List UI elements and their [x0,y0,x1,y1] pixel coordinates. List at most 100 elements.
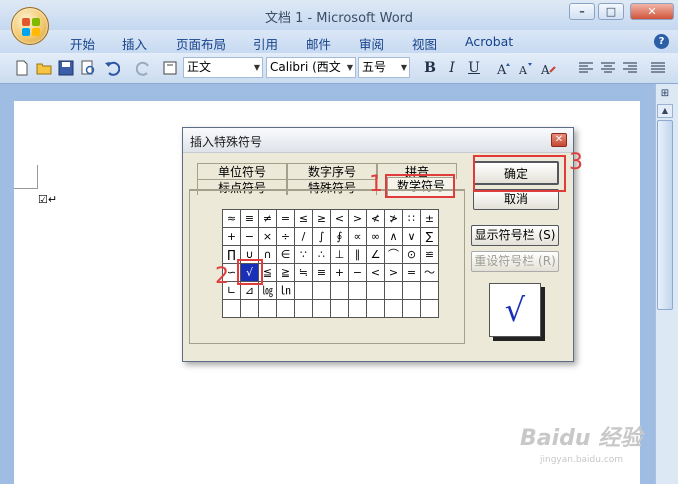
scroll-thumb[interactable] [657,120,673,310]
symbol-cell[interactable] [348,299,367,318]
symbol-cell[interactable]: = [402,263,421,282]
office-button[interactable] [11,7,49,45]
symbol-cell[interactable]: ∷ [402,209,421,228]
symbol-cell[interactable]: ≤ [294,209,313,228]
symbol-cell[interactable] [294,281,313,300]
symbol-cell[interactable]: ≈ [222,209,241,228]
symbol-cell[interactable]: + [330,263,349,282]
symbol-cell[interactable] [420,281,439,300]
grow-font-icon[interactable]: A [496,60,512,76]
symbol-cell[interactable]: ≠ [258,209,277,228]
undo-icon[interactable] [104,60,120,76]
symbol-cell[interactable] [366,281,385,300]
symbol-cell[interactable]: ∫ [312,227,331,246]
tab-references[interactable]: 引用 [253,34,278,53]
symbol-cell[interactable]: × [258,227,277,246]
italic-button[interactable]: I [443,59,461,77]
align-left-icon[interactable] [578,60,594,76]
symbol-cell[interactable]: ÷ [276,227,295,246]
symbol-cell[interactable]: + [222,227,241,246]
redo-icon[interactable] [136,60,152,76]
symbol-cell[interactable]: = [276,209,295,228]
symbol-cell[interactable]: ≒ [294,263,313,282]
symbol-cell[interactable]: − [240,227,259,246]
symbol-cell[interactable]: − [348,263,367,282]
print-preview-icon[interactable] [80,60,96,76]
help-icon[interactable]: ? [654,34,669,49]
symbol-cell[interactable]: ∠ [366,245,385,264]
symbol-cell[interactable]: < [330,209,349,228]
symbol-cell[interactable]: ∵ [294,245,313,264]
new-document-icon[interactable] [14,60,30,76]
symbol-cell[interactable]: ⌒ [384,245,403,264]
underline-button[interactable]: U [465,59,483,77]
symbol-cell[interactable] [384,281,403,300]
symbol-cell[interactable]: ≧ [276,263,295,282]
symbol-cell[interactable]: ≥ [312,209,331,228]
bold-button[interactable]: B [421,59,439,77]
symbol-cell[interactable]: ± [420,209,439,228]
ruler-toggle-icon[interactable]: ⊞ [657,88,673,102]
symbol-cell[interactable] [384,299,403,318]
symbol-cell[interactable]: ∮ [330,227,349,246]
clear-format-icon[interactable]: A [541,60,557,76]
symbol-cell[interactable]: < [366,263,385,282]
symbol-cell[interactable] [366,299,385,318]
symbol-cell[interactable] [222,299,241,318]
symbol-cell[interactable]: ≮ [366,209,385,228]
symbol-cell[interactable]: ∧ [384,227,403,246]
symbol-cell[interactable] [240,299,259,318]
show-symbol-bar-button[interactable]: 显示符号栏 (S) [471,225,559,246]
symbol-cell[interactable]: ∴ [312,245,331,264]
symbol-cell[interactable] [420,299,439,318]
maximize-button[interactable]: □ [598,3,624,20]
symbol-cell[interactable] [258,299,277,318]
symbol-cell[interactable]: ㏑ [276,281,295,300]
shrink-font-icon[interactable]: A [518,60,534,76]
align-center-icon[interactable] [600,60,616,76]
symbol-cell[interactable]: ≯ [384,209,403,228]
minimize-button[interactable]: – [569,3,595,20]
style-dropdown[interactable]: 正文 ▼ [183,57,263,78]
tab-mailings[interactable]: 邮件 [306,34,331,53]
symbol-cell[interactable] [330,299,349,318]
symbol-cell[interactable]: ⊙ [402,245,421,264]
symbol-cell[interactable] [348,281,367,300]
symbol-cell[interactable]: ≡ [240,209,259,228]
symbol-cell[interactable] [294,299,313,318]
justify-icon[interactable] [650,60,666,76]
symbol-cell[interactable]: ∈ [276,245,295,264]
symbol-cell[interactable]: ∥ [348,245,367,264]
align-right-icon[interactable] [622,60,638,76]
tab-view[interactable]: 视图 [412,34,437,53]
tab-review[interactable]: 审阅 [359,34,384,53]
symbol-cell[interactable]: ≌ [420,245,439,264]
symbol-cell[interactable]: ∨ [402,227,421,246]
open-folder-icon[interactable] [36,60,52,76]
tab-acrobat[interactable]: Acrobat [465,34,513,49]
symbol-cell[interactable] [330,281,349,300]
tab-home[interactable]: 开始 [70,34,95,53]
document-text[interactable]: ☑↵ [38,193,57,206]
cancel-button[interactable]: 取消 [473,189,559,210]
font-dropdown[interactable]: Calibri (西文 ▼ [266,57,356,78]
save-icon[interactable] [58,60,74,76]
symbol-cell[interactable]: / [294,227,313,246]
symbol-cell[interactable]: ～ [420,263,439,282]
symbol-cell[interactable] [312,281,331,300]
dialog-close-button[interactable]: ✕ [551,133,567,147]
tab-number-symbols[interactable]: 数字序号 [287,163,377,179]
symbol-cell[interactable] [276,299,295,318]
symbol-cell[interactable]: ⊥ [330,245,349,264]
symbol-cell[interactable]: ≡ [312,263,331,282]
symbol-cell[interactable]: ∑ [420,227,439,246]
close-button[interactable]: ✕ [630,3,674,20]
symbol-cell[interactable]: ∞ [366,227,385,246]
tab-page-layout[interactable]: 页面布局 [176,34,226,53]
symbol-cell[interactable]: > [384,263,403,282]
tab-insert[interactable]: 插入 [122,34,147,53]
symbol-cell[interactable]: ∝ [348,227,367,246]
symbol-cell[interactable]: > [348,209,367,228]
symbol-cell[interactable] [312,299,331,318]
scroll-up-icon[interactable]: ▲ [657,104,673,118]
